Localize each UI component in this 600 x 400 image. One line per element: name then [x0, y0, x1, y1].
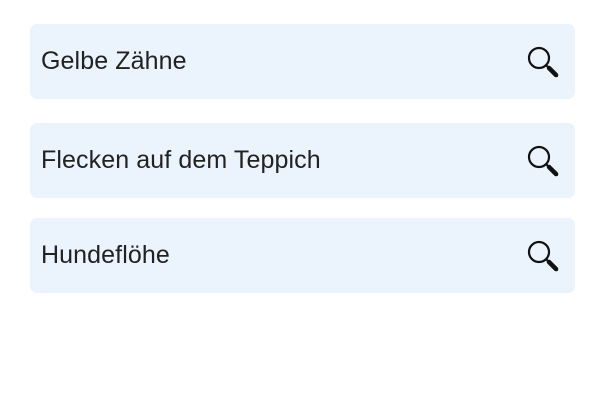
search-icon[interactable] — [526, 45, 560, 79]
suggestion-gelbe-zaehne[interactable]: Gelbe Zähne — [30, 24, 575, 99]
suggestion-label: Hundeflöhe — [41, 241, 170, 269]
search-icon[interactable] — [526, 239, 560, 273]
search-icon[interactable] — [526, 144, 560, 178]
suggestion-label: Gelbe Zähne — [41, 47, 187, 75]
suggestion-hundefloehe[interactable]: Hundeflöhe — [30, 218, 575, 293]
suggestion-flecken-auf-dem-teppich[interactable]: Flecken auf dem Teppich — [30, 123, 575, 198]
suggestion-label: Flecken auf dem Teppich — [41, 146, 321, 174]
